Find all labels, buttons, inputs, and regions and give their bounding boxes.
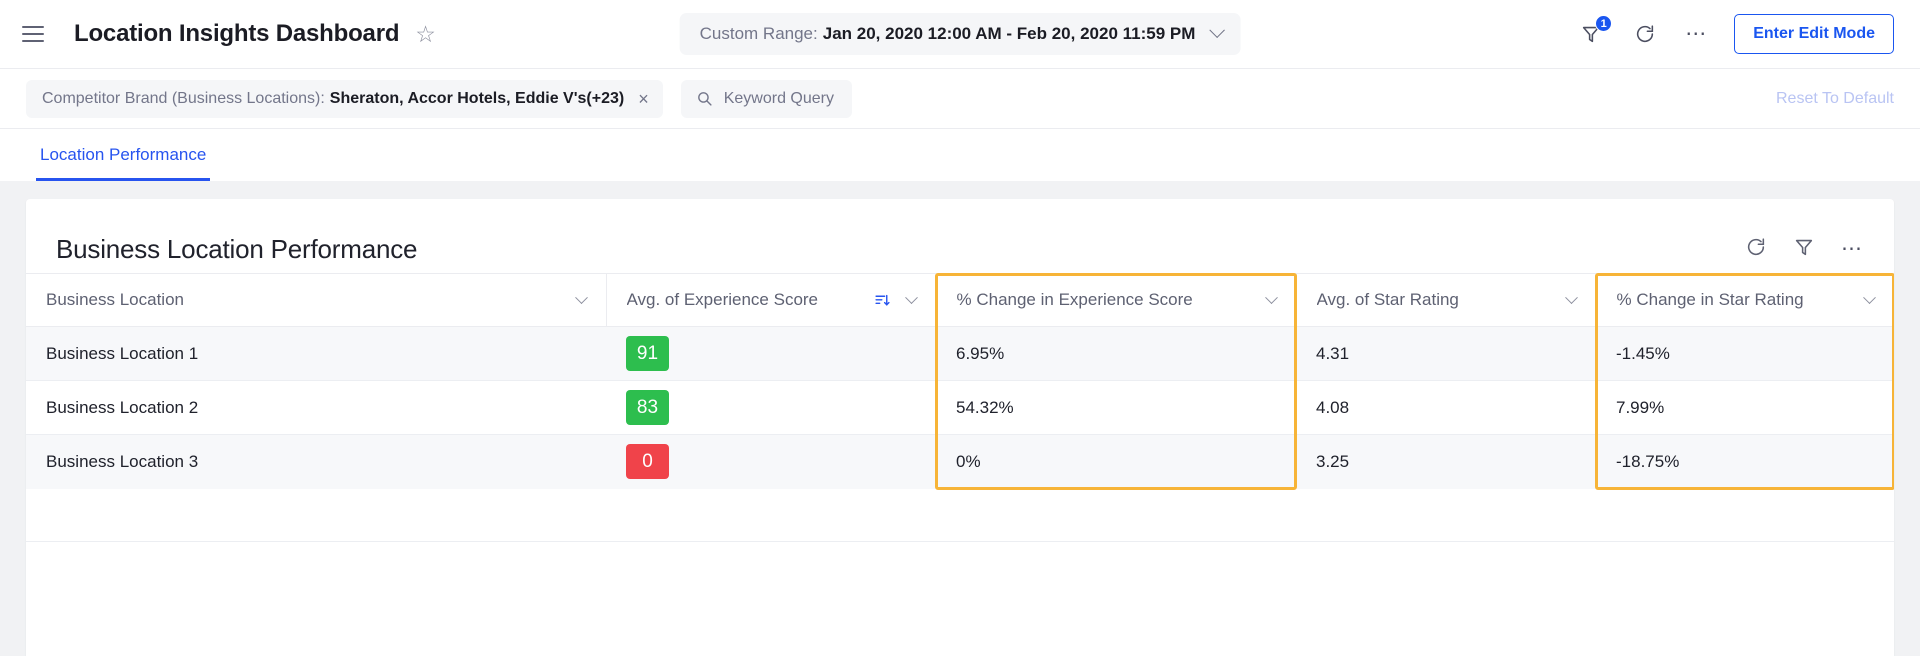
more-options-icon[interactable]: ⋯ xyxy=(1841,238,1864,258)
card-header: Business Location Performance ⋯ xyxy=(26,199,1894,273)
close-icon[interactable]: × xyxy=(638,90,649,108)
cell-pct-change-star: -1.45% xyxy=(1596,326,1894,381)
keyword-query-placeholder: Keyword Query xyxy=(723,89,834,107)
reset-to-default-button[interactable]: Reset To Default xyxy=(1776,90,1894,108)
chevron-down-icon[interactable] xyxy=(1564,290,1578,304)
filter-chip-key: Competitor Brand (Business Locations): xyxy=(42,89,325,107)
search-icon xyxy=(697,92,712,106)
page-title: Location Insights Dashboard xyxy=(74,20,400,47)
cell-pct-change-experience: 0% xyxy=(936,434,1296,489)
chevron-down-icon[interactable] xyxy=(1863,290,1876,304)
hamburger-bar xyxy=(22,40,44,42)
star-icon[interactable]: ☆ xyxy=(415,22,436,46)
tab-location-performance[interactable]: Location Performance xyxy=(36,145,211,181)
cell-avg-star-rating: 4.08 xyxy=(1296,380,1596,435)
cell-business-location: Business Location 2 xyxy=(26,380,606,435)
filter-icon[interactable] xyxy=(1793,236,1815,263)
column-label: Avg. of Experience Score xyxy=(626,290,819,309)
date-range-picker[interactable]: Custom Range: Jan 20, 2020 12:00 AM - Fe… xyxy=(679,13,1241,55)
app-header: Location Insights Dashboard ☆ Custom Ran… xyxy=(0,0,1920,68)
date-range-label: Custom Range: xyxy=(699,24,818,43)
dashboard-content: Business Location Performance ⋯ Business… xyxy=(0,181,1920,656)
table-row[interactable]: Business Location 3 0 0% 3.25 -18.75% xyxy=(26,434,1894,489)
column-header-avg-star-rating[interactable]: Avg. of Star Rating xyxy=(1296,273,1597,327)
column-label: Avg. of Star Rating xyxy=(1316,290,1459,309)
column-label: % Change in Star Rating xyxy=(1616,290,1804,309)
column-header-pct-change-experience-score[interactable]: % Change in Experience Score xyxy=(936,273,1297,327)
tab-bar: Location Performance xyxy=(0,128,1920,181)
cell-pct-change-experience: 54.32% xyxy=(936,380,1296,435)
card-title: Business Location Performance xyxy=(56,233,418,264)
date-range-value: Jan 20, 2020 12:00 AM - Feb 20, 2020 11:… xyxy=(822,24,1196,43)
keyword-query-input[interactable]: Keyword Query xyxy=(680,79,852,118)
cell-business-location: Business Location 1 xyxy=(26,326,606,381)
filter-count-badge: 1 xyxy=(1595,15,1613,32)
cell-avg-star-rating: 3.25 xyxy=(1296,434,1596,489)
hamburger-bar xyxy=(22,26,44,28)
business-location-performance-card: Business Location Performance ⋯ Business… xyxy=(26,199,1894,656)
column-label: % Change in Experience Score xyxy=(956,290,1193,309)
column-label: Business Location xyxy=(46,290,184,309)
hamburger-bar xyxy=(22,33,44,35)
cell-pct-change-star: 7.99% xyxy=(1596,380,1894,435)
filter-chip-competitor-brand[interactable]: Competitor Brand (Business Locations): S… xyxy=(26,79,663,118)
card-footer-space xyxy=(26,541,1894,624)
filter-bar: Competitor Brand (Business Locations): S… xyxy=(0,68,1920,128)
table-header-row: Business Location Avg. of Experience Sco… xyxy=(26,273,1894,327)
table-empty-space xyxy=(26,488,1894,541)
refresh-icon[interactable] xyxy=(1631,20,1659,48)
refresh-icon[interactable] xyxy=(1745,236,1767,263)
score-badge: 91 xyxy=(626,336,669,371)
column-header-business-location[interactable]: Business Location xyxy=(26,273,607,327)
cell-pct-change-experience: 6.95% xyxy=(936,326,1296,381)
chevron-down-icon[interactable] xyxy=(904,290,918,304)
sort-descending-icon[interactable] xyxy=(874,292,891,309)
column-header-avg-experience-score[interactable]: Avg. of Experience Score xyxy=(606,273,937,327)
cell-pct-change-star: -18.75% xyxy=(1596,434,1894,489)
column-header-pct-change-star-rating[interactable]: % Change in Star Rating xyxy=(1596,273,1894,327)
chevron-down-icon[interactable] xyxy=(1264,290,1278,304)
performance-table: Business Location Avg. of Experience Sco… xyxy=(26,273,1894,489)
cell-business-location: Business Location 3 xyxy=(26,434,606,489)
table-row[interactable]: Business Location 2 83 54.32% 4.08 7.99% xyxy=(26,380,1894,435)
cell-experience-score: 0 xyxy=(606,434,936,489)
table-row[interactable]: Business Location 1 91 6.95% 4.31 -1.45% xyxy=(26,326,1894,381)
filter-chip-value: Sheraton, Accor Hotels, Eddie V's(+23) xyxy=(329,89,625,107)
score-badge: 83 xyxy=(626,390,669,425)
chevron-down-icon xyxy=(1209,21,1225,38)
header-actions: 1 ⋯ Enter Edit Mode xyxy=(1577,14,1894,54)
card-actions: ⋯ xyxy=(1745,236,1864,263)
more-options-icon[interactable]: ⋯ xyxy=(1685,23,1708,43)
cell-avg-star-rating: 4.31 xyxy=(1296,326,1596,381)
enter-edit-mode-button[interactable]: Enter Edit Mode xyxy=(1734,14,1894,54)
chevron-down-icon[interactable] xyxy=(574,290,588,304)
hamburger-icon[interactable] xyxy=(22,23,48,45)
table-body: Business Location 1 91 6.95% 4.31 -1.45%… xyxy=(26,326,1894,489)
filter-icon[interactable]: 1 xyxy=(1577,15,1613,48)
cell-experience-score: 83 xyxy=(606,380,936,435)
cell-experience-score: 91 xyxy=(606,326,936,381)
score-badge: 0 xyxy=(626,444,669,480)
